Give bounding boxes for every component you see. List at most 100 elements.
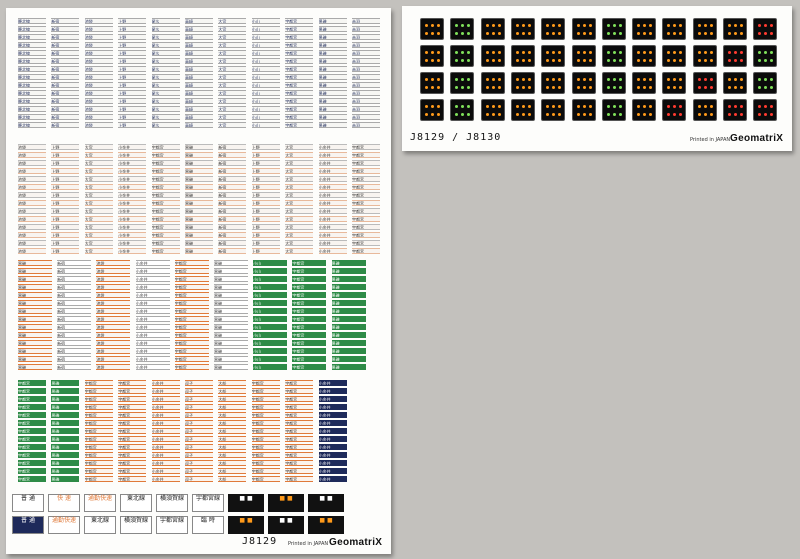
decal-column: 小山 小山 小山 小山 小山 小山 小山 小山 小山 小山 小山 小山 小山 小山 xyxy=(253,260,288,372)
led-dot xyxy=(709,51,713,54)
decal-strip: 池袋 xyxy=(96,332,131,338)
decal-strip: 池袋 xyxy=(96,364,131,370)
decal-strip: 宇都宮 xyxy=(285,66,314,72)
led-dot xyxy=(497,78,501,81)
decal-column: 宇都宮 宇都宮 宇都宮 宇都宮 宇都宮 宇都宮 宇都宮 宇都宮 宇都宮 宇都宮 宇都宮 宇都宮 宇都宮 xyxy=(285,380,314,484)
service-label: 快 速 xyxy=(48,494,80,512)
decal-strip: 逗子 xyxy=(185,412,213,418)
decal-strip: 尾久 xyxy=(151,58,180,64)
decal-strip: 宇都宮 xyxy=(118,412,147,418)
led-dot xyxy=(673,105,677,108)
led-dot xyxy=(734,32,737,35)
decal-strip: 籠北線 xyxy=(18,90,46,96)
led-dot xyxy=(515,105,519,108)
decal-strip: 新宿 xyxy=(218,184,247,190)
decal-strip: 小金井 xyxy=(151,420,180,426)
led-dot xyxy=(770,59,774,62)
decal-strip: 赤羽 xyxy=(352,58,380,64)
decal-column: 小金井 小金井 小金井 小金井 小金井 小金井 小金井 小金井 小金井 小金井 小金井 小金井 小金井小… xyxy=(318,144,347,256)
decal-strip: 小金井 xyxy=(151,436,180,442)
decal-strip: 宇都宮 xyxy=(285,18,314,24)
led-dot xyxy=(552,51,556,54)
decal-strip: 尾久 xyxy=(151,66,180,72)
decal-strip: 宇都宮 xyxy=(285,404,314,410)
decal-strip: 籠北線 xyxy=(18,66,46,72)
led-dot xyxy=(546,78,550,81)
decal-strip: 黒磯 xyxy=(214,316,248,322)
decal-strip: 赤羽 xyxy=(352,122,380,128)
decal-strip: 新宿 xyxy=(57,300,92,306)
decal-strip: 黒磯 xyxy=(18,308,52,314)
decal-strip: 黒磯 xyxy=(18,340,52,346)
decal-strip: 新宿 xyxy=(218,208,247,214)
led-dot xyxy=(703,113,707,116)
decal-strip: 小金井 xyxy=(118,152,147,158)
led-dot xyxy=(521,105,525,108)
decal-strip: 上野 xyxy=(51,184,80,190)
decal-strip: 宇都宮 xyxy=(18,476,46,482)
decal-strip: 小金井 xyxy=(151,452,180,458)
led-dot xyxy=(679,59,683,62)
led-destination-tile xyxy=(420,99,444,121)
decal-strip: 宇都宮 xyxy=(84,412,113,418)
led-dot xyxy=(764,86,768,89)
led-dot xyxy=(467,24,471,27)
decal-column: 大宮 大宮 大宮 大宮 大宮 大宮 大宮 大宮 大宮 大宮 大宮 大宮 大宮 大宮 xyxy=(218,18,247,130)
led-dot xyxy=(649,105,653,108)
led-dot xyxy=(546,24,550,27)
decal-strip: 上野 xyxy=(251,160,280,166)
decal-strip: 高崎 xyxy=(185,106,213,112)
decal-strip: 上野 xyxy=(251,184,280,190)
decal-column: 高崎 高崎 高崎 高崎 高崎 高崎 高崎 高崎 高崎 高崎 高崎 高崎 高崎 高崎 xyxy=(185,18,213,130)
led-dot xyxy=(728,78,731,81)
led-dot xyxy=(582,78,586,81)
led-dot xyxy=(667,86,671,89)
decal-strip: 尾久 xyxy=(151,34,180,40)
decal-strip: 黒磯 xyxy=(318,122,347,128)
led-dot xyxy=(588,51,592,54)
led-destination-tile xyxy=(692,45,717,67)
led-dot xyxy=(485,78,489,81)
led-destination-tile xyxy=(753,45,778,67)
decal-column: 上野 上野 上野 上野 上野 上野 上野 上野 上野 上野 上野 上野 上野 上野 xyxy=(251,144,280,256)
decal-strip: 上野 xyxy=(251,168,280,174)
decal-strip: 上野 xyxy=(118,42,147,48)
decal-strip: 小金井 xyxy=(151,388,180,394)
led-dot xyxy=(770,78,774,81)
decal-strip: 小金井 xyxy=(151,428,180,434)
decal-strip: 籠北線 xyxy=(18,18,46,24)
led-dot xyxy=(673,24,677,27)
led-dot xyxy=(618,24,622,27)
led-dot xyxy=(740,86,743,89)
decal-strip: 赤羽 xyxy=(352,66,380,72)
decal-strip: 逗子 xyxy=(185,428,213,434)
decal-strip: 小金井 xyxy=(318,168,347,174)
led-dot xyxy=(515,51,519,54)
led-dot xyxy=(606,86,610,89)
decal-column: 宇都宮 宇都宮 宇都宮 宇都宮 宇都宮 宇都宮 宇都宮 宇都宮 宇都宮 宇都宮 宇都宮 宇都宮 宇都宮 xyxy=(118,380,147,484)
led-dot xyxy=(643,78,647,81)
led-destination-tile xyxy=(662,99,687,121)
decal-strip: 大宮 xyxy=(84,240,113,246)
decal-strip: 池袋 xyxy=(18,144,46,150)
led-dot xyxy=(461,86,465,89)
led-dot xyxy=(431,113,434,116)
led-dot xyxy=(728,24,731,27)
decal-strip: 宇都宮 xyxy=(151,184,180,190)
decal-strip: 新宿 xyxy=(51,82,80,88)
decal-strip: 宇都宮 xyxy=(352,144,380,150)
decal-strip: 赤羽 xyxy=(352,106,380,112)
decal-strip: 上野 xyxy=(118,98,147,104)
led-dot xyxy=(618,59,622,62)
decal-strip: 宇都宮 xyxy=(251,388,280,394)
decal-strip: 黒磯 xyxy=(331,348,366,354)
decal-strip: 宇都宮 xyxy=(352,152,380,158)
led-dot xyxy=(728,51,731,54)
decal-strip: 小山 xyxy=(251,58,280,64)
led-dot xyxy=(606,24,610,27)
decal-strip: 大宮 xyxy=(218,98,247,104)
led-dot xyxy=(667,59,671,62)
decal-strip: 黒磯 xyxy=(51,452,80,458)
decal-strip: 宇都宮 xyxy=(118,404,147,410)
led-dot xyxy=(667,105,671,108)
